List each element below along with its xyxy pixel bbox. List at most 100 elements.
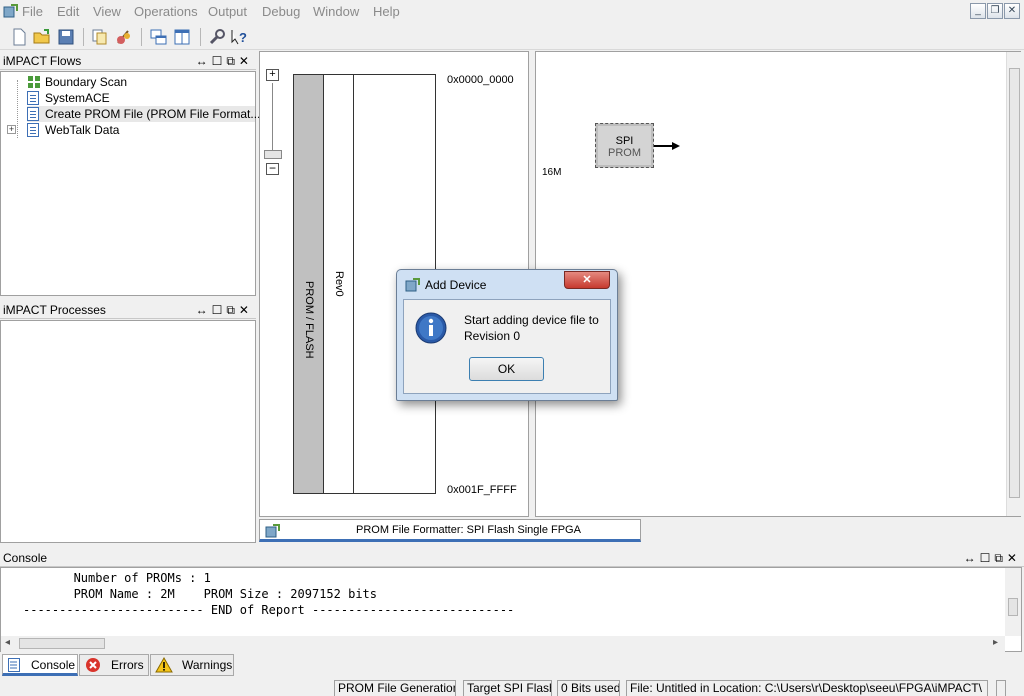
expand-icon[interactable]: + — [7, 125, 16, 134]
copy-icon[interactable] — [90, 27, 110, 47]
flows-panel-header: iMPACT Flows ↔☐⧉✕ — [0, 52, 256, 70]
menu-bar: File Edit View Operations Output Debug W… — [0, 0, 1024, 24]
document-icon — [27, 107, 39, 121]
menu-window[interactable]: Window — [313, 4, 359, 19]
processes-list — [0, 320, 256, 543]
menu-edit[interactable]: Edit — [57, 4, 79, 19]
processes-panel-title: iMPACT Processes — [3, 303, 106, 317]
console-horizontal-scrollbar[interactable]: ◂ ▸ — [1, 636, 1005, 652]
chip-title: SPI — [615, 135, 634, 147]
impact-app-icon[interactable] — [2, 3, 18, 19]
scroll-left-icon[interactable]: ◂ — [5, 637, 10, 648]
tile-windows-icon[interactable] — [172, 27, 192, 47]
panel-controls-icon[interactable]: ↔☐⧉✕ — [964, 549, 1021, 567]
console-line: ------------------------- END of Report … — [23, 603, 515, 617]
menu-help[interactable]: Help — [373, 4, 400, 19]
console-icon — [8, 658, 20, 672]
information-icon — [415, 312, 447, 344]
open-folder-icon[interactable] — [32, 27, 52, 47]
status-bits-used: 0 Bits used — [557, 680, 620, 696]
tab-label: Console — [31, 658, 76, 672]
console-line: Number of PROMs : 1 — [23, 571, 211, 585]
scrollbar-thumb[interactable] — [19, 638, 105, 649]
device-size-label: 16M — [542, 167, 562, 178]
wrench-icon[interactable] — [207, 27, 227, 47]
tree-item-label: SystemACE — [45, 91, 110, 105]
document-icon — [27, 91, 39, 105]
restore-icon[interactable]: ❐ — [987, 3, 1003, 19]
new-file-icon[interactable] — [9, 27, 29, 47]
dialog-title: Add Device — [425, 278, 487, 292]
status-mode: PROM File Generation — [334, 680, 456, 696]
toolbar-separator — [141, 28, 142, 46]
scrollbar-thumb[interactable] — [1009, 68, 1020, 498]
spi-prom-device[interactable]: SPI PROM — [595, 123, 654, 168]
editor-tab-strip: PROM File Formatter: SPI Flash Single FP… — [259, 519, 1021, 547]
impact-app-icon — [405, 278, 420, 292]
warning-icon — [155, 657, 173, 673]
tree-item-label: Boundary Scan — [45, 75, 128, 89]
panel-controls-icon[interactable]: ↔☐⧉✕ — [196, 52, 253, 70]
close-icon: ✕ — [582, 274, 592, 286]
chip-subtitle: PROM — [608, 147, 641, 159]
clean-up-icon[interactable] — [114, 27, 134, 47]
close-icon[interactable]: ✕ — [1004, 3, 1020, 19]
console-output[interactable]: Number of PROMs : 1 PROM Name : 2M PROM … — [0, 567, 1022, 652]
dialog-message-line-2: Revision 0 — [464, 329, 521, 343]
menu-file[interactable]: File — [22, 4, 43, 19]
tab-console[interactable]: Console — [2, 654, 78, 676]
minimize-icon[interactable]: _ — [970, 3, 986, 19]
menu-debug[interactable]: Debug — [262, 4, 300, 19]
status-extra — [996, 680, 1006, 696]
zoom-in-icon[interactable]: + — [266, 69, 279, 81]
tab-warnings[interactable]: Warnings — [150, 654, 234, 676]
tree-item-create-prom-file[interactable]: Create PROM File (PROM File Format... — [27, 106, 260, 122]
save-icon[interactable] — [56, 27, 76, 47]
tab-label: Errors — [111, 658, 144, 672]
zoom-out-icon[interactable]: − — [266, 162, 279, 175]
panel-controls-icon[interactable]: ↔☐⧉✕ — [196, 301, 253, 319]
tab-label: Warnings — [182, 658, 233, 672]
vertical-scrollbar[interactable] — [1006, 52, 1021, 516]
menu-output[interactable]: Output — [208, 4, 247, 19]
toolbar: ? — [0, 24, 1024, 50]
tree-item-label: Create PROM File (PROM File Format... — [45, 107, 261, 121]
error-icon — [86, 658, 100, 672]
arrow-right-icon — [654, 142, 680, 150]
tab-errors[interactable]: Errors — [79, 654, 149, 676]
add-device-dialog: Add Device ✕ Start adding device file to… — [396, 269, 618, 401]
svg-text:?: ? — [239, 30, 247, 45]
prom-flash-label: PROM / FLASH — [303, 281, 315, 359]
status-file-location: File: Untitled in Location: C:\Users\r\D… — [626, 680, 988, 696]
zoom-track — [272, 83, 273, 153]
processes-panel-header: iMPACT Processes ↔☐⧉✕ — [0, 301, 256, 319]
zoom-slider-thumb[interactable] — [264, 150, 282, 159]
flows-tree: Boundary Scan SystemACE Create PROM File… — [0, 71, 260, 296]
dialog-close-button[interactable]: ✕ — [564, 271, 610, 289]
menu-view[interactable]: View — [93, 4, 121, 19]
flows-panel-title: iMPACT Flows — [3, 54, 82, 68]
revision-label: Rev0 — [333, 271, 345, 297]
console-header: Console ↔☐⧉✕ — [0, 549, 1024, 567]
start-address: 0x0000_0000 — [447, 74, 514, 86]
cascade-windows-icon[interactable] — [149, 27, 169, 47]
dialog-body: Start adding device file to Revision 0 O… — [403, 299, 611, 394]
console-vertical-scrollbar[interactable] — [1005, 568, 1021, 636]
tab-prom-file-formatter[interactable]: PROM File Formatter: SPI Flash Single FP… — [259, 519, 641, 542]
context-help-icon[interactable]: ? — [229, 27, 249, 47]
scrollbar-thumb[interactable] — [1008, 598, 1018, 616]
scroll-right-icon[interactable]: ▸ — [993, 637, 998, 648]
prom-formatter-icon — [265, 524, 280, 538]
console-title: Console — [3, 551, 48, 565]
ok-button[interactable]: OK — [469, 357, 544, 381]
tree-connector — [17, 80, 18, 138]
toolbar-separator — [200, 28, 201, 46]
document-icon — [27, 123, 39, 137]
dialog-message-line-1: Start adding device file to — [464, 313, 599, 327]
status-target: Target SPI Flash — [463, 680, 552, 696]
tab-label: PROM File Formatter: SPI Flash Single FP… — [356, 524, 581, 536]
revision-column[interactable]: Rev0 — [323, 74, 354, 494]
tree-item-label: WebTalk Data — [45, 123, 120, 137]
boundary-scan-icon — [28, 76, 40, 88]
menu-operations[interactable]: Operations — [134, 4, 198, 19]
